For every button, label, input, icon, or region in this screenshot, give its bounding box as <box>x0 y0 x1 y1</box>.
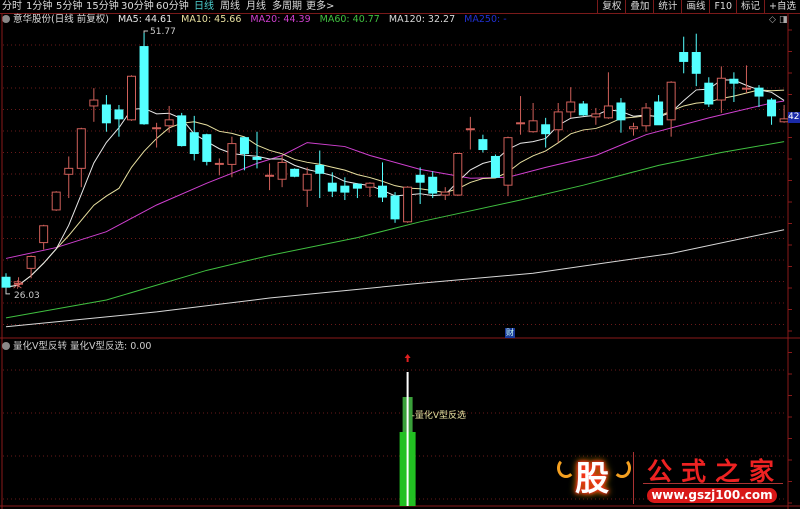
candle-body <box>679 52 689 62</box>
candle-body <box>490 155 500 178</box>
candle-body <box>516 122 526 125</box>
candle-body <box>265 174 275 177</box>
candle-body <box>114 109 124 120</box>
ma60-line <box>5 141 785 319</box>
candle-body <box>277 161 287 180</box>
logo-divider <box>633 452 634 504</box>
candle-body <box>415 174 425 183</box>
candle-body <box>239 137 249 154</box>
candle-body <box>767 99 777 117</box>
candle-body <box>603 105 613 119</box>
candle-body <box>754 87 764 97</box>
indicator-name: 量化V型反转 <box>13 341 67 352</box>
candle-body <box>629 126 638 130</box>
candle-body <box>541 124 551 135</box>
candle-body <box>779 118 789 123</box>
watermark-logo: 股 公式之家 www.gszj100.com <box>555 450 787 506</box>
candle-body <box>478 139 488 151</box>
candle-body <box>453 152 463 196</box>
candle-body <box>465 128 475 131</box>
candle-body <box>566 101 576 113</box>
candle-body <box>716 77 726 101</box>
logo-url: www.gszj100.com <box>647 488 777 503</box>
candle-body <box>591 113 601 118</box>
candle-body <box>654 101 664 126</box>
indicator-value: 量化V型反选: 0.00 <box>70 341 152 352</box>
ma20-line <box>5 100 785 259</box>
candle-body <box>528 120 538 133</box>
kline-chart[interactable]: 51.77 26.03宋 -量化V型反选 <box>0 0 800 509</box>
low-label: 26.03 <box>14 291 40 301</box>
candle-body <box>403 186 413 223</box>
ma120-line <box>5 229 785 328</box>
high-label: 51.77 <box>150 27 176 37</box>
candle-body <box>177 115 187 147</box>
candle-body <box>64 167 74 175</box>
candle-body <box>164 119 174 127</box>
indicator-settings-icon[interactable] <box>2 342 10 350</box>
candle-body <box>152 127 162 130</box>
candle-body <box>704 82 714 105</box>
candle-body <box>127 75 136 121</box>
high-marker <box>143 30 149 33</box>
candle-body <box>440 191 450 196</box>
candle-body <box>378 185 387 198</box>
candle-body <box>101 104 111 124</box>
candle-body <box>39 225 49 244</box>
candle-body <box>741 87 751 90</box>
candle-body <box>189 132 199 154</box>
financial-badge[interactable]: 财 <box>505 328 515 338</box>
last-price-tag: 42 <box>788 112 800 123</box>
candle-body <box>616 102 626 121</box>
candle-body <box>252 156 262 160</box>
up-arrow-icon <box>404 354 411 362</box>
candle-body <box>89 99 99 107</box>
candle-body <box>51 191 61 211</box>
candle-body <box>139 46 149 125</box>
candle-body <box>76 128 86 169</box>
candle-body <box>691 52 701 74</box>
candle-body <box>352 183 362 189</box>
candle-body <box>729 78 739 84</box>
candle-body <box>503 137 513 186</box>
candle-body <box>290 168 300 177</box>
candle-body <box>26 255 36 269</box>
candle-body <box>1 276 11 288</box>
event-marker: 宋 <box>13 279 22 291</box>
signal-label: -量化V型反选 <box>412 409 466 421</box>
logo-underline <box>643 483 783 484</box>
candle-body <box>315 164 325 174</box>
candle-body <box>202 134 212 162</box>
candle-body <box>390 195 400 220</box>
candle-body <box>553 111 563 131</box>
candle-body <box>666 81 676 121</box>
candle-body <box>214 162 224 165</box>
candle-body <box>365 182 375 188</box>
candle-body <box>302 173 312 191</box>
logo-char: 股 <box>575 459 609 499</box>
candle-body <box>327 182 337 192</box>
low-marker <box>5 287 10 295</box>
candle-body <box>340 185 350 193</box>
indicator-legend: 量化V型反转 量化V型反选: 0.00 <box>2 341 151 352</box>
candle-body <box>641 107 651 127</box>
candle-body <box>578 103 588 116</box>
candle-body <box>227 143 237 165</box>
candle-body <box>428 176 438 194</box>
